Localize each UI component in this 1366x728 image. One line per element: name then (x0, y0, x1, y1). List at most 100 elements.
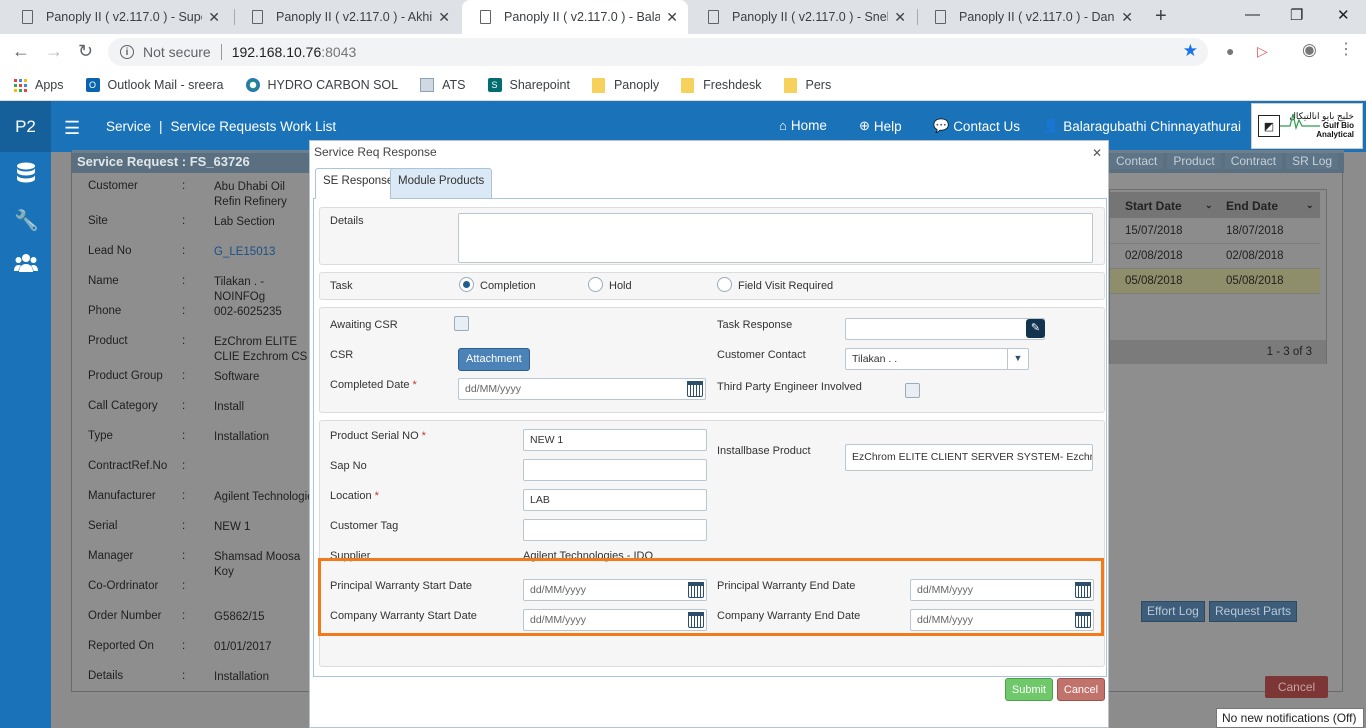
field-key: ContractRef.No (88, 460, 168, 472)
close-icon[interactable]: ✕ (438, 9, 450, 26)
effort-log-button[interactable]: Effort Log (1141, 601, 1205, 622)
field-colon: : (182, 180, 186, 192)
info-icon[interactable]: i (120, 45, 134, 59)
page-cancel-button[interactable]: Cancel (1265, 676, 1328, 698)
tab-sr-log[interactable]: SR Log (1286, 153, 1339, 169)
browser-tab-2[interactable]: Panoply II ( v2.117.0 ) - Akhiles ✕ (234, 0, 460, 34)
bookmark-pers[interactable]: Pers (783, 77, 831, 93)
dialog-title: Service Req Response (314, 145, 437, 159)
visit-dates-grid: Start Date ⌄ End Date ⌄ 15/07/2018 18/07… (1109, 189, 1327, 364)
breadcrumb-service[interactable]: Service (106, 119, 151, 134)
request-parts-button[interactable]: Request Parts (1209, 601, 1298, 622)
home-link[interactable]: ⌂ Home (779, 118, 827, 133)
field-key: Phone (88, 305, 122, 317)
user-icon: 👤 (1043, 118, 1060, 133)
tab-module-products[interactable]: Module Products (390, 168, 493, 199)
task-hold-radio[interactable] (588, 277, 603, 292)
breadcrumb-worklist[interactable]: Service Requests Work List (171, 119, 337, 134)
product-serial-input[interactable]: NEW 1 (523, 429, 707, 451)
hamburger-menu-icon[interactable]: ☰ (64, 118, 80, 139)
warranty-dates-highlight (318, 558, 1104, 636)
database-icon[interactable] (14, 162, 38, 186)
submit-button[interactable]: Submit (1005, 678, 1053, 701)
sort-chevron-icon[interactable]: ⌄ (1205, 200, 1213, 211)
sort-chevron-icon[interactable]: ⌄ (1306, 200, 1314, 211)
awaiting-csr-checkbox[interactable] (454, 316, 469, 331)
table-row[interactable]: 05/08/2018 05/08/2018 (1110, 269, 1320, 294)
close-icon[interactable]: ✕ (1121, 9, 1133, 26)
field-value: Installation (214, 431, 269, 443)
extension-icon[interactable]: ● (1226, 43, 1234, 59)
cast-icon[interactable]: ▷ (1257, 43, 1268, 60)
app-logo[interactable]: P2 (0, 101, 51, 152)
sharepoint-icon: S (487, 78, 502, 92)
forward-icon[interactable]: → (45, 41, 63, 62)
close-icon[interactable]: ✕ (894, 9, 906, 26)
bookmark-star-icon[interactable]: ★ (1183, 41, 1198, 61)
user-menu[interactable]: 👤 Balaragubathi Chinnayathurai (1043, 118, 1241, 134)
close-icon[interactable]: ✕ (208, 9, 220, 26)
wrench-icon[interactable]: 🔧 (14, 208, 39, 232)
column-start-date[interactable]: Start Date (1125, 199, 1182, 213)
browser-tab-1[interactable]: Panoply II ( v2.117.0 ) - SuperU ✕ (4, 0, 230, 34)
table-row[interactable]: 02/08/2018 02/08/2018 (1110, 244, 1320, 269)
attachment-button[interactable]: Attachment (458, 348, 530, 371)
calendar-icon[interactable] (687, 381, 703, 397)
bookmark-outlook[interactable]: O Outlook Mail - sreera (85, 78, 224, 92)
field-colon: : (182, 550, 186, 562)
customer-contact-select[interactable]: Tilakan . . ▼ (845, 348, 1029, 370)
cancel-button[interactable]: Cancel (1057, 678, 1105, 701)
field-value: Tilakan . - NOINFOg (214, 276, 266, 303)
globe-icon (245, 78, 260, 92)
bookmark-ats[interactable]: ATS (420, 78, 466, 92)
service-request-tabs: Contact Product Contract SR Log (1106, 153, 1339, 169)
back-icon[interactable]: ← (12, 41, 30, 62)
customer-tag-input[interactable] (523, 519, 707, 541)
minimize-icon[interactable]: — (1245, 6, 1260, 23)
field-key: Manager (88, 550, 134, 562)
column-end-date[interactable]: End Date (1226, 199, 1278, 213)
field-value: NEW 1 (214, 521, 251, 533)
bookmark-apps[interactable]: Apps (14, 78, 64, 92)
task-response-input[interactable]: ✎ (845, 318, 1045, 340)
task-completion-radio[interactable] (459, 277, 474, 292)
field-colon: : (182, 670, 186, 682)
contact-us-link[interactable]: 💬 Contact Us (933, 118, 1020, 134)
browser-tab-3[interactable]: Panoply II ( v2.117.0 ) - Balarag ✕ (462, 0, 688, 34)
task-field-visit-radio[interactable] (717, 277, 732, 292)
dropdown-arrow-icon[interactable]: ▼ (1007, 349, 1028, 370)
browser-tab-5[interactable]: Panoply II ( v2.117.0 ) - Danilo ✕ (917, 0, 1143, 34)
users-group-icon[interactable] (14, 252, 38, 276)
sap-no-input[interactable] (523, 459, 707, 481)
tab-contract[interactable]: Contract (1224, 153, 1283, 169)
close-icon[interactable]: ✕ (666, 9, 678, 26)
bookmark-panoply[interactable]: Panoply (591, 77, 659, 93)
edit-pencil-icon[interactable]: ✎ (1026, 319, 1045, 338)
bookmarks-bar: Apps O Outlook Mail - sreera HYDRO CARBO… (0, 70, 1366, 101)
tab-product[interactable]: Product (1167, 153, 1221, 169)
tab-contact[interactable]: Contact (1110, 153, 1164, 169)
restore-icon[interactable]: ❐ (1290, 6, 1303, 24)
details-textarea[interactable] (458, 213, 1093, 263)
installbase-product-input[interactable]: EzChrom ELITE CLIENT SERVER SYSTEM- Ezch… (845, 444, 1093, 471)
bookmark-freshdesk[interactable]: Freshdesk (681, 77, 762, 93)
third-party-engineer-checkbox[interactable] (905, 383, 920, 398)
menu-dots-icon[interactable]: ⋮ (1338, 39, 1354, 59)
tab-se-response[interactable]: SE Response (315, 168, 402, 199)
bookmark-sharepoint[interactable]: S Sharepoint (487, 78, 570, 92)
reload-icon[interactable]: ↻ (78, 41, 93, 62)
location-input[interactable]: LAB (523, 489, 707, 511)
completed-date-input[interactable]: dd/MM/yyyy (458, 378, 706, 400)
field-value[interactable]: G_LE15013 (214, 245, 314, 260)
close-icon[interactable]: ✕ (1092, 146, 1102, 160)
field-colon: : (182, 490, 186, 502)
window-close-icon[interactable]: ✕ (1337, 6, 1350, 24)
table-row[interactable]: 15/07/2018 18/07/2018 (1110, 219, 1320, 244)
url-input[interactable]: i Not secure 192.168.10.76:8043 ★ (108, 38, 1208, 66)
browser-tab-4[interactable]: Panoply II ( v2.117.0 ) - Snehal ✕ (690, 0, 916, 34)
profile-icon[interactable]: ◉ (1302, 40, 1317, 60)
home-icon: ⌂ (779, 118, 787, 133)
help-link[interactable]: ⊕ Help (859, 118, 902, 134)
new-tab-icon[interactable]: + (1155, 5, 1167, 28)
bookmark-hydrocarbon[interactable]: HYDRO CARBON SOL (245, 78, 398, 92)
